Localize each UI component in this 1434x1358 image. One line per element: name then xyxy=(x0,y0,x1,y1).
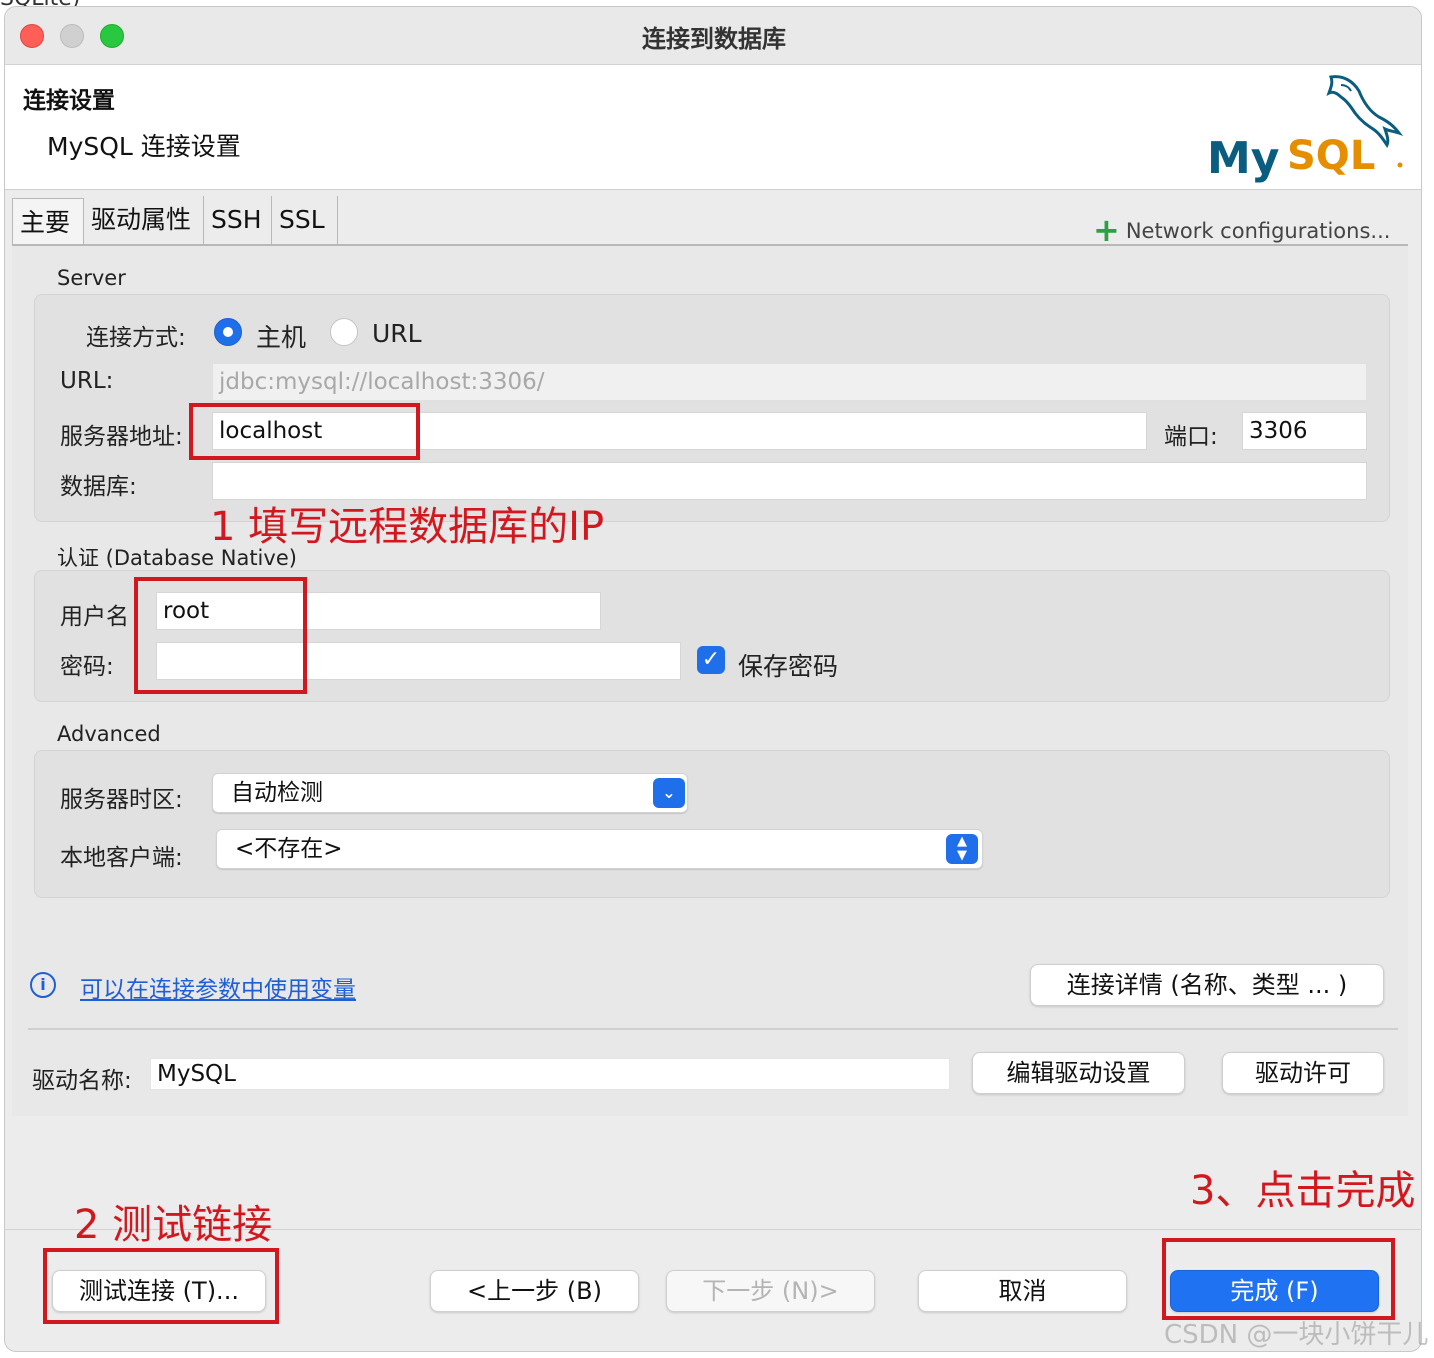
server-group-label: Server xyxy=(57,266,126,290)
network-configurations-label: Network configurations... xyxy=(1125,219,1391,243)
mysql-logo: My SQL xyxy=(1207,75,1404,184)
timezone-value: 自动检测 xyxy=(231,780,323,806)
annotation-box-host xyxy=(189,403,420,460)
window-title: 连接到数据库 xyxy=(642,25,786,53)
mysql-logo-sql: SQL xyxy=(1287,133,1375,179)
watermark: CSDN @一块小饼干儿 xyxy=(1164,1320,1429,1350)
driver-name-field: MySQL xyxy=(150,1058,950,1090)
port-label: 端口: xyxy=(1164,424,1218,450)
tab-ssh[interactable]: SSH xyxy=(204,196,272,244)
back-button[interactable]: <上一步 (B) xyxy=(430,1270,639,1312)
section-subtitle: MySQL 连接设置 xyxy=(47,132,241,161)
annotation-box-test xyxy=(43,1248,279,1324)
driver-name-label: 驱动名称: xyxy=(32,1068,132,1094)
database-label: 数据库: xyxy=(60,474,137,500)
tab-ssl[interactable]: SSL xyxy=(272,196,338,244)
advanced-group-label: Advanced xyxy=(57,722,161,746)
separator-line xyxy=(28,1028,1398,1030)
connect-mode-label: 连接方式: xyxy=(86,325,186,351)
title-bar: 连接到数据库 xyxy=(5,7,1421,65)
url-field[interactable]: jdbc:mysql://localhost:3306/ xyxy=(212,363,1367,401)
section-title: 连接设置 xyxy=(23,88,115,114)
annotation-box-credentials xyxy=(134,577,307,694)
local-client-label: 本地客户端: xyxy=(60,845,183,871)
radio-host[interactable] xyxy=(214,318,242,346)
edit-driver-settings-button[interactable]: 编辑驱动设置 xyxy=(972,1052,1185,1094)
updown-chevron-icon[interactable]: ▲ ▼ xyxy=(946,834,978,864)
annotation-step3: 3、点击完成 xyxy=(1190,1168,1416,1214)
port-field[interactable]: 3306 xyxy=(1242,412,1367,450)
variables-help-link[interactable]: 可以在连接参数中使用变量 xyxy=(80,970,356,1004)
save-password-label[interactable]: 保存密码 xyxy=(738,647,838,683)
tab-main[interactable]: 主要 xyxy=(12,198,84,246)
header-area: 连接设置 MySQL 连接设置 My SQL xyxy=(5,65,1421,190)
radio-host-label[interactable]: 主机 xyxy=(256,318,306,354)
annotation-box-finish xyxy=(1162,1238,1395,1320)
next-button[interactable]: 下一步 (N)> xyxy=(666,1270,875,1312)
driver-license-button[interactable]: 驱动许可 xyxy=(1222,1052,1384,1094)
host-label: 服务器地址: xyxy=(60,424,183,450)
mysql-logo-my: My xyxy=(1207,133,1279,184)
annotation-step1: 1 填写远程数据库的IP xyxy=(210,504,605,550)
radio-url-label[interactable]: URL xyxy=(372,319,422,348)
plus-icon: + xyxy=(1093,211,1120,249)
tab-driver-properties[interactable]: 驱动属性 xyxy=(84,196,204,244)
annotation-step2: 2 测试链接 xyxy=(74,1202,273,1248)
save-password-checkbox[interactable]: ✓ xyxy=(697,646,725,674)
local-client-value: <不存在> xyxy=(235,836,343,862)
cancel-button[interactable]: 取消 xyxy=(918,1270,1127,1312)
local-client-select[interactable]: <不存在> xyxy=(216,829,983,869)
username-label: 用户名 xyxy=(60,604,129,630)
timezone-select[interactable]: 自动检测 xyxy=(212,773,688,813)
chevron-down-icon[interactable]: ⌄ xyxy=(653,778,685,808)
network-configurations-button[interactable]: + Network configurations... xyxy=(1093,208,1391,249)
radio-url[interactable] xyxy=(330,318,358,346)
info-icon: i xyxy=(30,972,56,998)
password-label: 密码: xyxy=(60,654,114,680)
timezone-label: 服务器时区: xyxy=(60,787,183,813)
url-label: URL: xyxy=(60,368,114,394)
connection-details-button[interactable]: 连接详情 (名称、类型 ... ) xyxy=(1030,964,1384,1006)
